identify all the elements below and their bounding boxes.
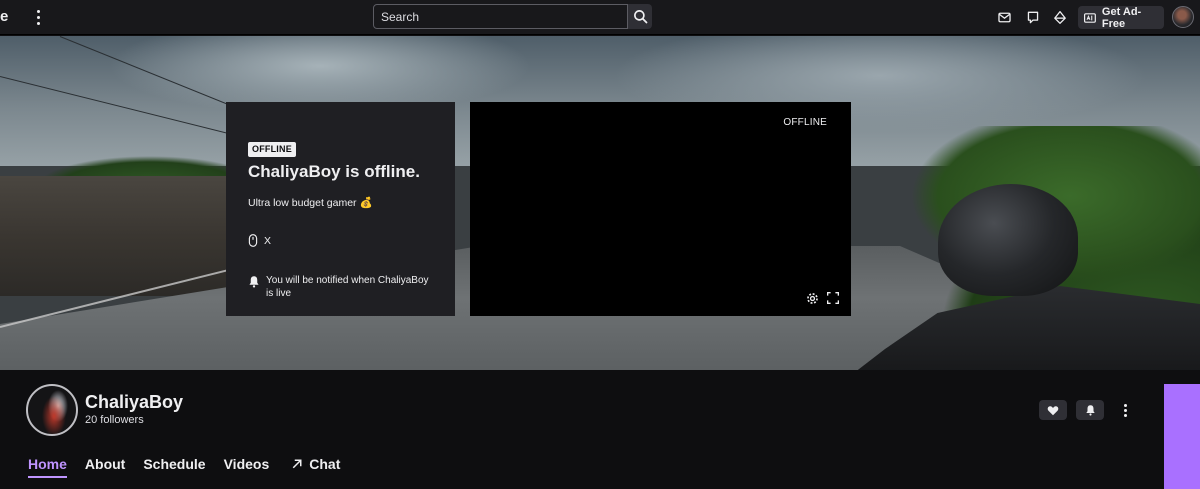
mouse-icon [248,234,258,247]
user-avatar[interactable] [1172,6,1194,28]
get-ad-free-button[interactable]: Get Ad-Free [1078,5,1164,30]
tab-label: Schedule [143,456,206,472]
inbox-icon[interactable] [996,9,1012,25]
tab-label: Home [28,456,67,472]
search-button[interactable] [628,4,652,29]
video-player[interactable]: OFFLINE [470,102,851,316]
top-navigation-bar: e Get Ad-Free [0,0,1200,35]
tab-home[interactable]: Home [28,456,67,478]
player-status: OFFLINE [783,117,827,128]
heart-icon [1047,405,1059,415]
follower-count: 20 followers [85,414,144,426]
settings-gear-icon[interactable] [805,291,819,305]
follow-button[interactable] [1039,400,1067,420]
notifications-button[interactable] [1076,400,1104,420]
whispers-icon[interactable] [1025,9,1041,25]
tab-chat[interactable]: Chat [291,456,340,478]
notification-message: You will be notified when ChaliyaBoy is … [248,274,438,300]
bell-icon [1085,405,1095,416]
social-link-label: X [264,234,272,247]
channel-name[interactable]: ChaliyaBoy [85,392,183,413]
search-icon [633,10,647,24]
notify-text: You will be notified when ChaliyaBoy is … [266,275,429,299]
fullscreen-icon[interactable] [826,291,840,305]
sidebar-edge [1164,370,1200,384]
offline-info-card: OFFLINE ChaliyaBoy is offline. Ultra low… [226,102,455,316]
social-link-x[interactable]: X [248,234,271,247]
prime-crown-icon[interactable] [1052,9,1068,25]
more-options-icon[interactable] [29,7,47,27]
partial-logo-text: e [0,8,9,25]
offline-title: ChaliyaBoy is offline. [248,162,420,181]
channel-avatar[interactable] [26,384,78,436]
channel-tabs: Home About Schedule Videos Chat [28,456,358,478]
purple-accent-strip [1164,384,1200,489]
bell-icon [249,276,259,288]
tab-about[interactable]: About [85,456,125,478]
tab-videos[interactable]: Videos [224,456,270,478]
search-input[interactable] [373,4,628,29]
get-ad-free-label: Get Ad-Free [1101,5,1142,30]
external-arrow-icon [292,459,302,469]
banner-helmet [938,184,1078,296]
channel-info-bar: ChaliyaBoy 20 followers Home About Sched… [0,370,1164,489]
tab-label: About [84,456,126,472]
banner-rock [0,176,240,296]
tab-label: Videos [223,456,270,472]
tab-schedule[interactable]: Schedule [143,456,205,478]
ad-free-icon [1084,12,1096,23]
channel-description: Ultra low budget gamer 💰 [248,197,373,209]
offline-badge: OFFLINE [248,142,296,157]
tab-label: Chat [309,456,341,472]
more-options-icon[interactable] [1118,400,1132,420]
